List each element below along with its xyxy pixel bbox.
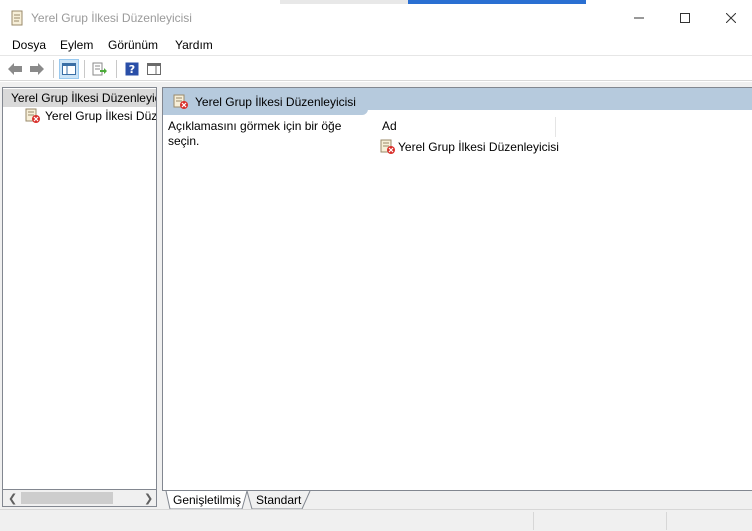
description-line-2: seçin. <box>168 134 200 148</box>
menu-dosya[interactable]: Dosya <box>12 38 46 52</box>
status-separator <box>533 512 534 530</box>
column-header-name[interactable]: Ad <box>381 117 556 137</box>
forward-button[interactable] <box>27 59 47 79</box>
column-header-label: Ad <box>382 119 397 133</box>
back-button[interactable] <box>5 59 25 79</box>
tab-standard[interactable]: Standart <box>256 491 301 509</box>
toolbar: ? <box>0 57 752 81</box>
policy-document-icon <box>25 108 40 123</box>
help-icon: ? <box>125 62 139 76</box>
details-pane: Yerel Grup İlkesi Düzenleyicisi Açıklama… <box>162 87 752 490</box>
maximize-button[interactable] <box>662 0 708 35</box>
list-item[interactable]: Yerel Grup İlkesi Düzenleyicisi <box>380 139 559 155</box>
details-header-tab: Yerel Grup İlkesi Düzenleyicisi <box>163 88 368 115</box>
description-text: Açıklamasını görmek için bir öğe seçin. <box>168 119 358 149</box>
tree-item-root-label: Yerel Grup İlkesi Düzenleyicisi <box>11 91 157 105</box>
toolbar-separator <box>84 60 85 78</box>
show-hide-console-tree-button[interactable] <box>59 59 79 79</box>
policy-document-icon <box>380 139 395 154</box>
toolbar-separator <box>53 60 54 78</box>
svg-text:?: ? <box>129 63 135 76</box>
policy-document-icon <box>173 94 188 109</box>
show-hide-action-pane-button[interactable] <box>144 59 164 79</box>
toolbar-separator <box>116 60 117 78</box>
minimize-icon <box>634 17 644 18</box>
window-title: Yerel Grup İlkesi Düzenleyicisi <box>31 11 192 25</box>
close-icon <box>726 12 736 23</box>
minimize-button[interactable] <box>616 0 662 35</box>
scroll-right-icon[interactable]: ❯ <box>144 492 153 505</box>
forward-arrow-icon <box>30 63 44 75</box>
menu-yardim[interactable]: Yardım <box>175 38 213 52</box>
tab-extended[interactable]: Genişletilmiş <box>173 491 241 509</box>
details-header: Yerel Grup İlkesi Düzenleyicisi <box>163 88 752 115</box>
back-arrow-icon <box>8 63 22 75</box>
export-list-icon <box>92 62 107 76</box>
export-list-button[interactable] <box>90 59 110 79</box>
details-header-title: Yerel Grup İlkesi Düzenleyicisi <box>195 94 356 109</box>
background-window-strip-accent <box>408 0 586 4</box>
tree-item-child[interactable]: Yerel Grup İlkesi Düzenleyicisi <box>25 107 157 125</box>
scroll-left-icon[interactable]: ❮ <box>8 492 17 505</box>
tree-item-child-label: Yerel Grup İlkesi Düzenleyicisi <box>45 109 157 123</box>
title-bar: Yerel Grup İlkesi Düzenleyicisi <box>0 0 752 35</box>
scroll-thumb[interactable] <box>21 492 113 504</box>
maximize-icon <box>680 12 690 23</box>
view-tabs: Genişletilmiş Standart <box>162 490 752 510</box>
help-button[interactable]: ? <box>122 59 142 79</box>
show-hide-console-tree-icon <box>62 63 76 75</box>
description-line-1: Açıklamasını görmek için bir öğe <box>168 119 342 133</box>
menu-eylem[interactable]: Eylem <box>60 38 93 52</box>
console-tree: Yerel Grup İlkesi Düzenleyicisi Yerel Gr… <box>2 87 157 490</box>
close-button[interactable] <box>708 0 752 35</box>
tree-item-root[interactable]: Yerel Grup İlkesi Düzenleyicisi <box>3 89 157 107</box>
status-bar <box>0 509 752 531</box>
show-hide-action-pane-icon <box>147 63 161 75</box>
status-separator <box>666 512 667 530</box>
background-window-strip <box>280 0 408 4</box>
menu-gorunum[interactable]: Görünüm <box>108 38 158 52</box>
menu-bar: Dosya Eylem Görünüm Yardım <box>0 35 752 56</box>
policy-editor-app-icon <box>11 10 23 26</box>
tree-horizontal-scrollbar[interactable]: ❮ ❯ <box>2 490 157 507</box>
list-item-label: Yerel Grup İlkesi Düzenleyicisi <box>398 140 559 154</box>
